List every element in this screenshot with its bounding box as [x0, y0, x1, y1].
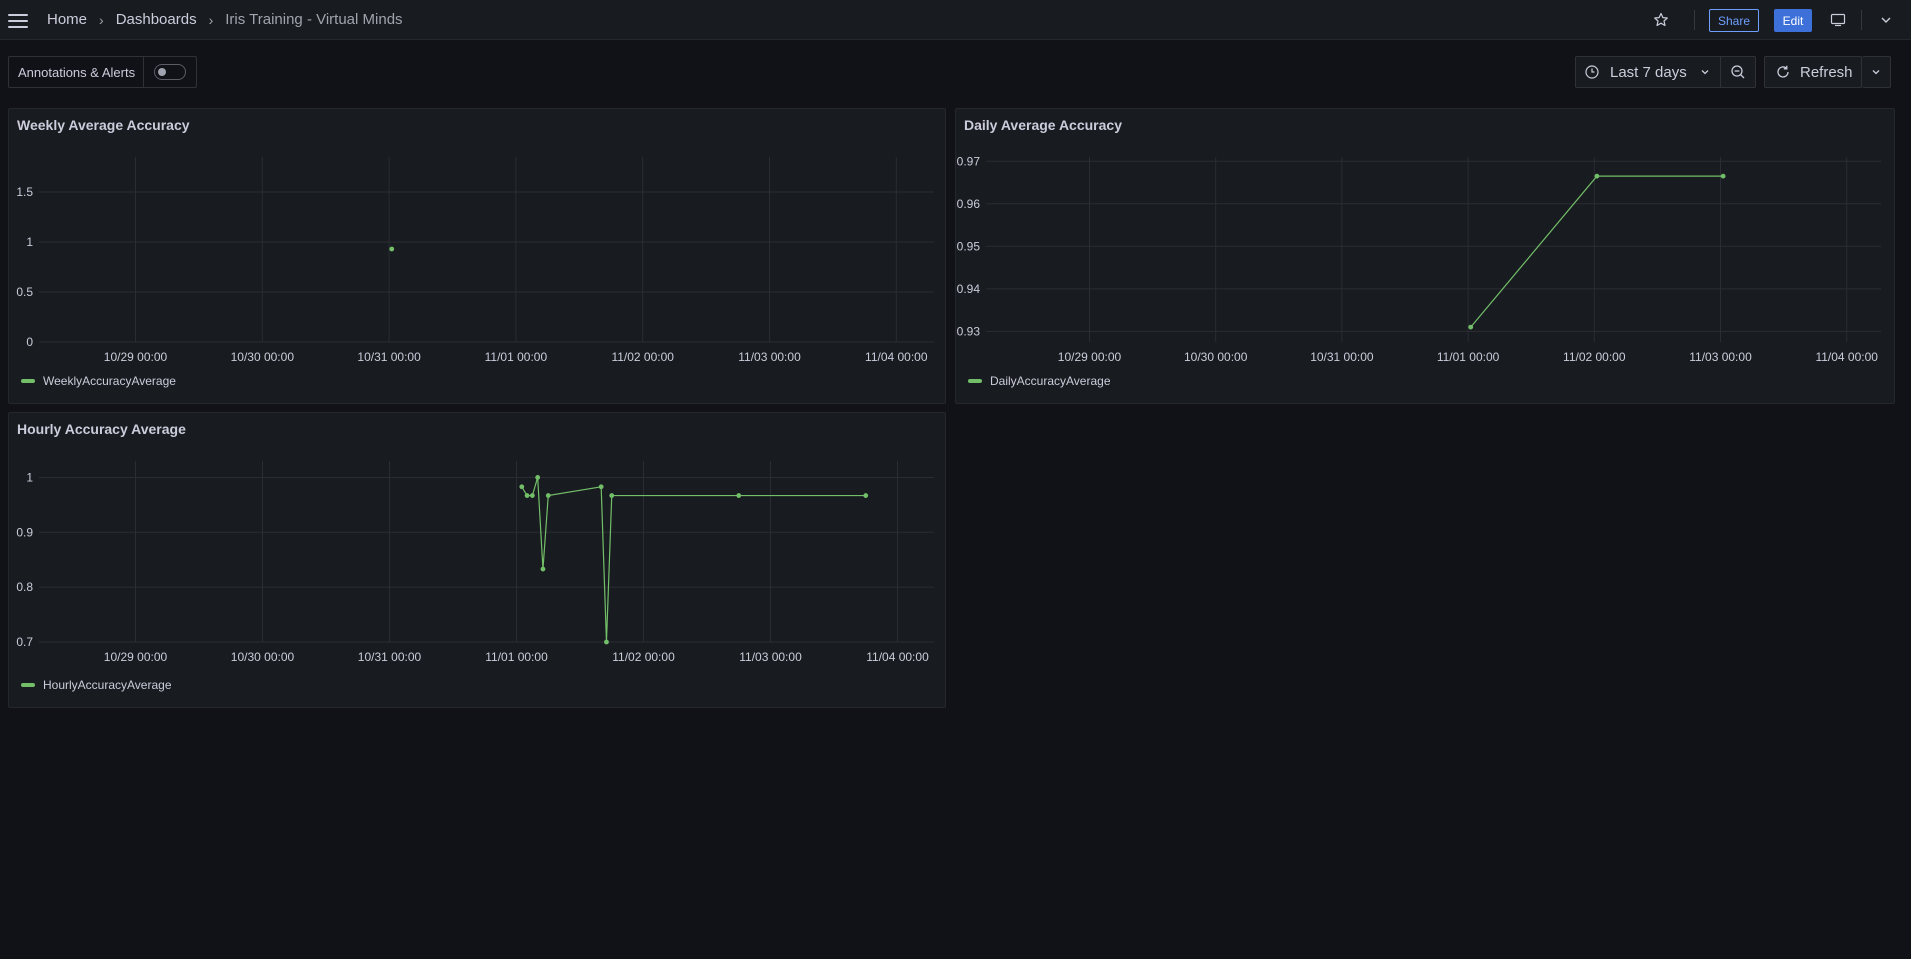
y-tick-label: 0.94: [957, 282, 981, 296]
zoom-out-icon: [1731, 65, 1745, 79]
legend-swatch: [968, 379, 982, 383]
y-tick-label: 1: [26, 235, 33, 249]
chevron-down-icon: [1872, 70, 1880, 75]
data-point: [604, 639, 609, 645]
x-tick-label: 10/30 00:00: [231, 350, 295, 364]
breadcrumb-dashboards[interactable]: Dashboards: [116, 11, 197, 28]
chevron-down-icon[interactable]: [1875, 9, 1897, 31]
share-button[interactable]: Share: [1709, 9, 1759, 32]
refresh-interval-dropdown[interactable]: [1862, 56, 1891, 88]
series-line: [1470, 175, 1724, 328]
x-tick-label: 10/29 00:00: [104, 650, 168, 664]
x-tick-label: 11/03 00:00: [739, 650, 802, 664]
data-point: [389, 246, 395, 252]
menu-icon[interactable]: [7, 10, 29, 30]
data-point: [1468, 324, 1474, 330]
refresh-group: Refresh: [1764, 56, 1862, 88]
y-tick-label: 1.5: [16, 185, 33, 199]
legend-item[interactable]: WeeklyAccuracyAverage: [21, 374, 176, 388]
chevron-right-icon: ›: [99, 11, 104, 28]
y-tick-label: 1: [26, 470, 33, 484]
x-tick-label: 11/01 00:00: [485, 650, 548, 664]
breadcrumb: Home › Dashboards › Iris Training - Virt…: [47, 11, 403, 28]
x-tick-label: 11/03 00:00: [738, 350, 801, 364]
annotations-label: Annotations & Alerts: [9, 57, 145, 87]
daily-accuracy-chart: 0.93 0.94 0.95 0.96 0.97 10/29 00:00 10/30 00:…: [957, 154, 1881, 364]
top-navbar: Home › Dashboards › Iris Training - Virt…: [0, 0, 1911, 40]
hourly-accuracy-chart: 0.7 0.8 0.9 1 10/29 00:00 10/30 00:00 10/31 00…: [16, 461, 934, 664]
legend-item[interactable]: DailyAccuracyAverage: [968, 374, 1111, 388]
x-tick-label: 11/04 00:00: [866, 650, 929, 664]
data-point: [519, 484, 525, 490]
data-point: [609, 493, 615, 498]
legend-item[interactable]: HourlyAccuracyAverage: [21, 678, 172, 692]
data-point: [545, 493, 551, 498]
annotations-toggle[interactable]: [154, 64, 187, 80]
data-point: [1720, 173, 1726, 179]
x-tick-label: 10/30 00:00: [1184, 350, 1248, 364]
x-tick-label: 11/01 00:00: [485, 350, 548, 364]
annotations-alerts-control: Annotations & Alerts: [8, 56, 198, 88]
y-tick-label: 0.7: [16, 635, 33, 649]
panel-hourly-accuracy-average[interactable]: Hourly Accuracy Average 0.7 0.8 0.9 1 10/29 …: [8, 412, 946, 708]
data-point: [598, 484, 604, 490]
y-tick-label: 0.5: [16, 285, 33, 299]
clock-icon: [1585, 65, 1599, 79]
star-icon[interactable]: [1650, 9, 1672, 31]
x-tick-label: 11/02 00:00: [1563, 350, 1626, 364]
time-range-label: Last 7 days: [1610, 63, 1687, 81]
x-tick-label: 10/30 00:00: [231, 650, 295, 664]
breadcrumb-home[interactable]: Home: [47, 11, 87, 28]
x-tick-label: 11/01 00:00: [1437, 350, 1500, 364]
y-tick-label: 0.8: [16, 580, 33, 594]
y-tick-label: 0.93: [957, 324, 981, 338]
legend-swatch: [21, 379, 35, 383]
toggle-knob: [158, 68, 167, 76]
x-tick-label: 10/31 00:00: [358, 650, 422, 664]
refresh-button[interactable]: Refresh: [1765, 57, 1861, 87]
chevron-right-icon: ›: [208, 11, 214, 28]
data-point: [529, 493, 535, 498]
data-point: [535, 475, 541, 480]
x-tick-label: 10/29 00:00: [104, 350, 168, 364]
panel-daily-average-accuracy[interactable]: Daily Average Accuracy 0.93 0.94 0.95 0.96 0…: [955, 108, 1895, 404]
legend-label: HourlyAccuracyAverage: [43, 678, 172, 692]
tv-icon[interactable]: [1827, 9, 1849, 31]
time-range-picker[interactable]: Last 7 days: [1576, 57, 1721, 87]
series-line: [521, 477, 866, 643]
x-tick-label: 10/31 00:00: [1310, 350, 1374, 364]
y-tick-label: 0.96: [957, 197, 981, 211]
x-tick-label: 11/03 00:00: [1689, 350, 1752, 364]
x-tick-label: 11/02 00:00: [612, 650, 675, 664]
y-tick-label: 0.97: [957, 154, 981, 168]
chevron-down-icon: [1701, 70, 1709, 75]
legend-swatch: [21, 683, 35, 687]
weekly-accuracy-chart: 0 0.5 1 1.5 10/29 00:00 10/30 00:00 10/31 00:0…: [16, 157, 934, 364]
legend-label: WeeklyAccuracyAverage: [43, 374, 176, 388]
y-tick-label: 0.9: [16, 525, 33, 539]
refresh-icon: [1777, 65, 1789, 78]
zoom-out-button[interactable]: [1721, 57, 1755, 87]
legend-label: DailyAccuracyAverage: [990, 374, 1111, 388]
data-point: [736, 493, 742, 498]
data-point: [540, 566, 546, 572]
x-tick-label: 11/02 00:00: [611, 350, 674, 364]
x-tick-label: 10/31 00:00: [357, 350, 421, 364]
toolbar-divider: [1861, 10, 1862, 30]
toolbar-divider: [1694, 10, 1695, 30]
x-tick-label: 11/04 00:00: [865, 350, 928, 364]
data-point: [1594, 173, 1600, 179]
x-tick-label: 11/04 00:00: [1815, 350, 1878, 364]
edit-button[interactable]: Edit: [1774, 9, 1812, 32]
panel-weekly-average-accuracy[interactable]: Weekly Average Accuracy 0 0.5 1 1.5 10/29 00…: [8, 108, 946, 404]
data-point: [863, 493, 869, 498]
x-tick-label: 10/29 00:00: [1058, 350, 1122, 364]
data-point: [524, 493, 530, 498]
breadcrumb-current: Iris Training - Virtual Minds: [225, 11, 403, 28]
refresh-label: Refresh: [1800, 63, 1853, 81]
time-range-group: Last 7 days: [1575, 56, 1756, 88]
y-tick-label: 0: [26, 335, 33, 349]
y-tick-label: 0.95: [957, 239, 981, 253]
